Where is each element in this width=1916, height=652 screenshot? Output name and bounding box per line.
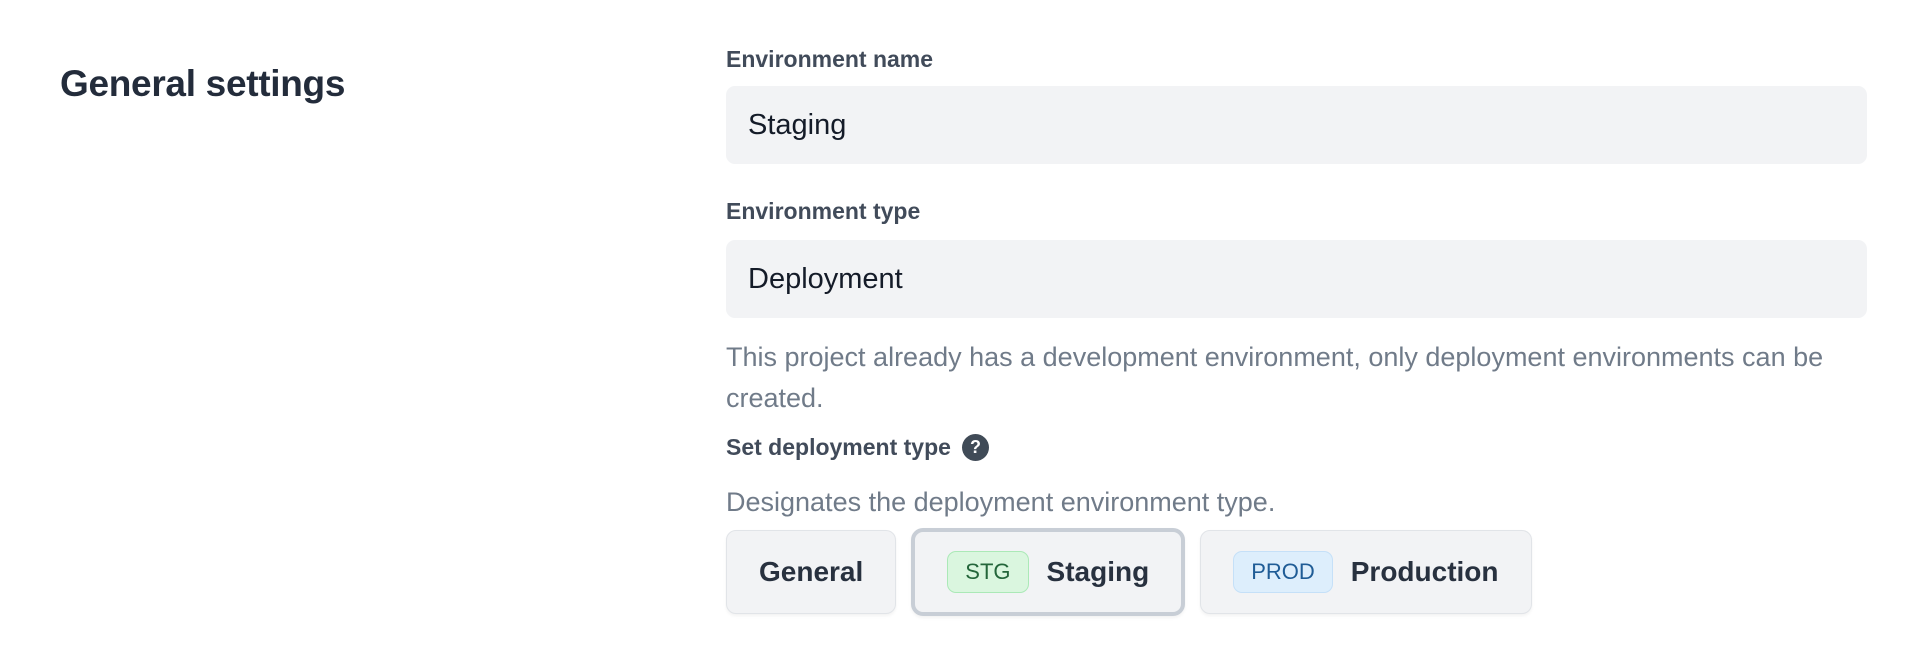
environment-type-label: Environment type: [726, 198, 920, 225]
deployment-type-option-general[interactable]: General: [726, 530, 896, 614]
deployment-type-description: Designates the deployment environment ty…: [726, 487, 1275, 518]
deployment-type-option-label: Staging: [1047, 556, 1150, 588]
staging-badge: STG: [947, 551, 1028, 593]
environment-name-label: Environment name: [726, 46, 933, 73]
deployment-type-option-label: Production: [1351, 556, 1499, 588]
settings-form: Environment name Environment type This p…: [726, 0, 1867, 652]
page-title: General settings: [60, 63, 345, 105]
production-badge: PROD: [1233, 551, 1333, 593]
question-mark-icon[interactable]: ?: [962, 434, 989, 461]
environment-type-helper-text: This project already has a development e…: [726, 337, 1867, 419]
deployment-type-option-staging[interactable]: STG Staging: [911, 528, 1185, 616]
set-deployment-type-label: Set deployment type: [726, 434, 951, 461]
deployment-type-options: General STG Staging PROD Production: [726, 528, 1532, 616]
environment-name-input[interactable]: [726, 86, 1867, 164]
environment-type-input[interactable]: [726, 240, 1867, 318]
deployment-type-option-label: General: [759, 556, 863, 588]
deployment-type-option-production[interactable]: PROD Production: [1200, 530, 1531, 614]
